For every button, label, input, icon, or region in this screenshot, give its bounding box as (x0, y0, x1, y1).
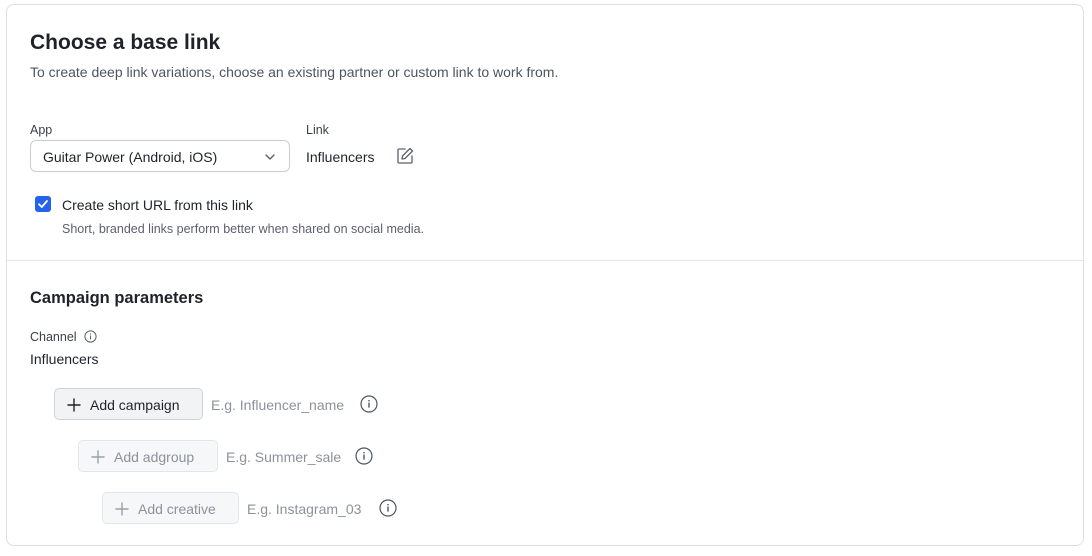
app-select[interactable]: Guitar Power (Android, iOS) (30, 140, 290, 172)
campaign-section-title: Campaign parameters (30, 289, 204, 307)
page-title: Choose a base link (30, 31, 221, 54)
add-adgroup-label: Add adgroup (114, 449, 195, 465)
add-creative-button[interactable]: Add creative (102, 492, 239, 524)
chevron-down-icon (265, 154, 275, 160)
base-link-section: Choose a base link To create deep link v… (7, 5, 1083, 261)
short-url-label[interactable]: Create short URL from this link (62, 196, 253, 214)
plus-icon (115, 502, 129, 516)
campaign-info-icon[interactable] (360, 395, 378, 413)
add-adgroup-button[interactable]: Add adgroup (78, 440, 218, 472)
info-icon[interactable] (84, 330, 97, 343)
link-value: Influencers (306, 149, 375, 165)
add-campaign-button[interactable]: Add campaign (54, 388, 203, 420)
adgroup-placeholder: E.g. Summer_sale (226, 449, 342, 465)
check-icon (38, 200, 48, 208)
creative-info-icon[interactable] (379, 499, 397, 517)
add-campaign-label: Add campaign (90, 397, 180, 413)
app-field-label: App (30, 123, 53, 137)
short-url-help: Short, branded links perform better when… (62, 222, 424, 236)
app-select-value: Guitar Power (Android, iOS) (43, 149, 218, 165)
page-subtitle: To create deep link variations, choose a… (30, 64, 559, 80)
add-creative-label: Add creative (138, 501, 216, 517)
adgroup-info-icon[interactable] (355, 447, 373, 465)
channel-label: Channel (30, 330, 77, 344)
base-link-card: Choose a base link To create deep link v… (6, 4, 1084, 546)
short-url-checkbox[interactable] (35, 196, 51, 212)
plus-icon (91, 450, 105, 464)
creative-placeholder: E.g. Instagram_03 (247, 501, 362, 517)
campaign-placeholder: E.g. Influencer_name (211, 397, 345, 413)
channel-value: Influencers (30, 351, 99, 367)
plus-icon (67, 398, 81, 412)
link-field-label: Link (306, 123, 329, 137)
edit-icon[interactable] (395, 146, 415, 166)
